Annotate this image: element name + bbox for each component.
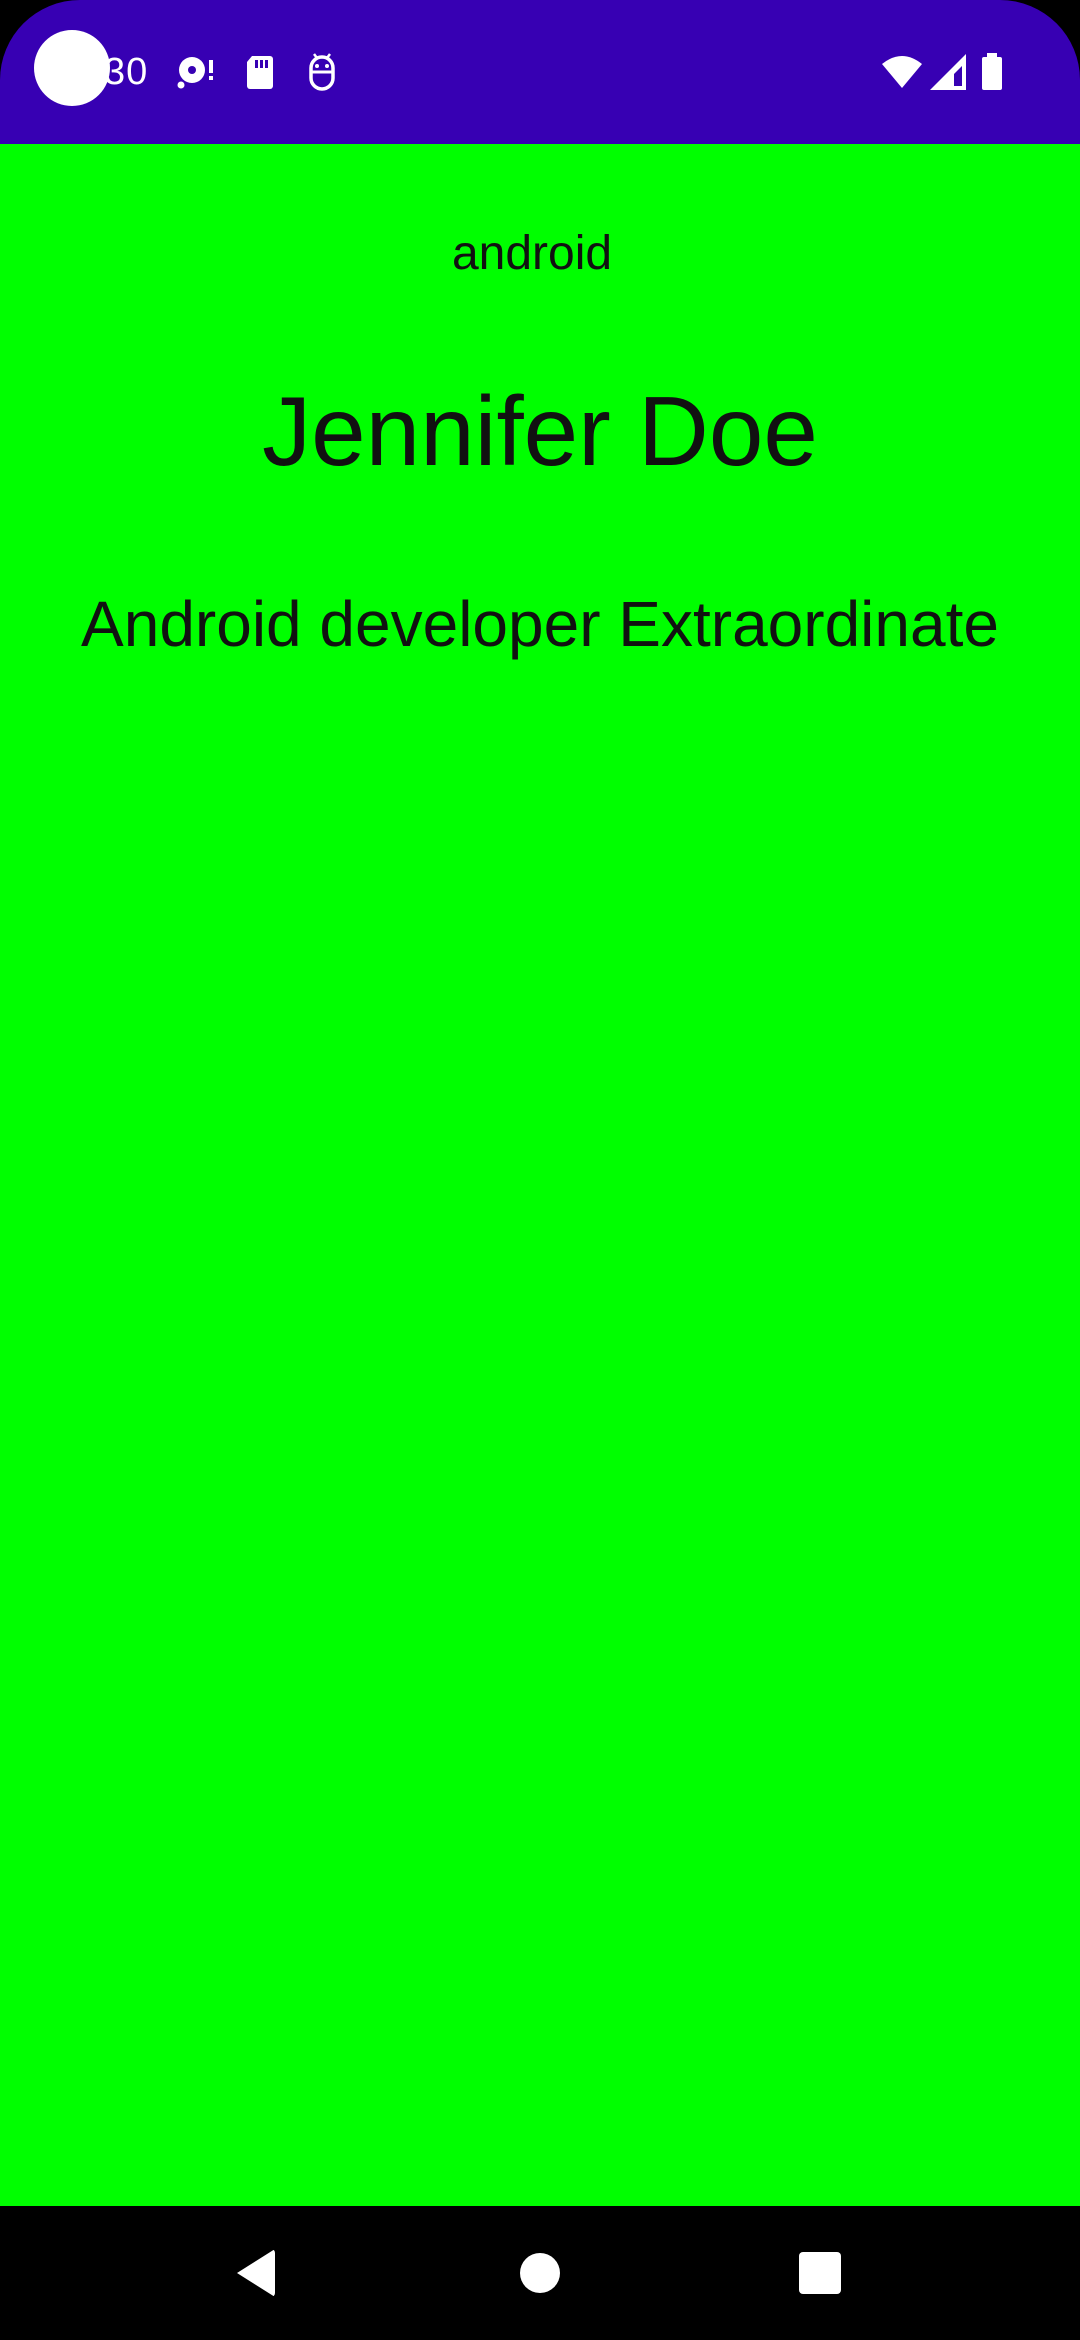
home-icon — [520, 2253, 560, 2293]
back-icon — [237, 2249, 275, 2297]
camera-cutout — [34, 30, 110, 106]
name-heading: Jennifer Doe — [262, 376, 818, 486]
sd-card-icon — [247, 56, 273, 89]
platform-label: android — [451, 227, 613, 280]
recents-icon — [799, 2252, 841, 2294]
home-button[interactable] — [460, 2206, 620, 2340]
recents-button[interactable] — [740, 2206, 900, 2340]
main-content: android Jennifer Doe Android developer E… — [0, 144, 1080, 2206]
title-tagline: Android developer Extraordinate — [81, 588, 999, 660]
android-debug-icon — [309, 53, 335, 91]
navigation-bar — [0, 2206, 1080, 2340]
back-button[interactable] — [176, 2206, 336, 2340]
wifi-icon — [882, 56, 922, 88]
device-screen: 30 android Jennifer Doe Android develope… — [0, 0, 1080, 2340]
battery-icon — [982, 53, 1002, 90]
status-time: 30 — [104, 51, 149, 93]
cell-signal-icon — [930, 54, 966, 90]
status-bar: 30 — [0, 0, 1080, 144]
disc-alert-icon — [177, 57, 213, 89]
